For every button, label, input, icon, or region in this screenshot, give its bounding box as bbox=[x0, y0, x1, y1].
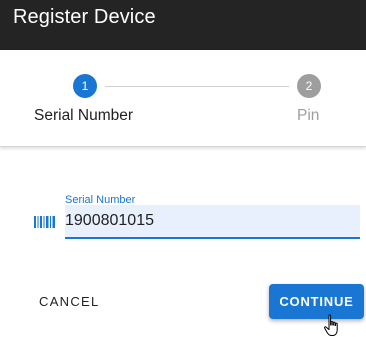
step-1-label: Serial Number bbox=[34, 107, 134, 124]
cancel-button[interactable]: CANCEL bbox=[31, 286, 108, 316]
step-2-label: Pin bbox=[297, 107, 320, 124]
dialog-title-bar: Register Device bbox=[0, 0, 366, 50]
serial-number-input[interactable] bbox=[65, 210, 355, 232]
hand-pointer-cursor-icon bbox=[324, 314, 338, 336]
barcode-icon bbox=[34, 216, 55, 228]
step-connector-line bbox=[105, 86, 289, 87]
serial-number-field[interactable] bbox=[65, 205, 360, 239]
step-1-indicator: 1 bbox=[73, 74, 97, 98]
register-device-dialog: Register Device 1 2 Serial Number Pin Se… bbox=[0, 0, 366, 338]
stepper: 1 2 Serial Number Pin bbox=[0, 50, 366, 147]
dialog-title: Register Device bbox=[13, 6, 156, 28]
step-2-indicator: 2 bbox=[297, 74, 321, 98]
continue-button[interactable]: CONTINUE bbox=[269, 284, 364, 319]
